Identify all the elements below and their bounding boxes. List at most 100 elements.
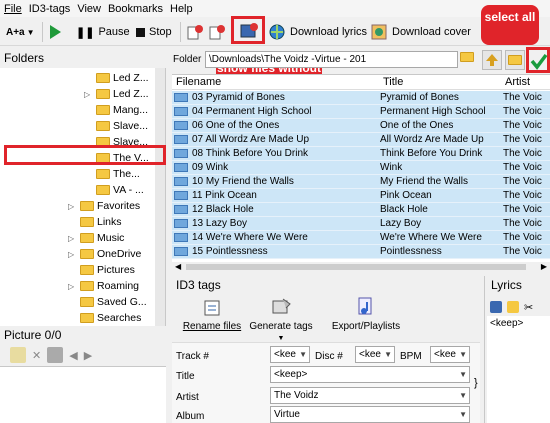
column-title[interactable]: Title bbox=[383, 76, 403, 88]
callout-select-all: select all bbox=[481, 5, 539, 45]
file-list-hscrollbar[interactable]: ◀ ▶ bbox=[172, 262, 550, 272]
generate-tags-button[interactable]: Generate tags ▼ bbox=[248, 296, 314, 342]
folder-tree-item[interactable]: Pictures bbox=[68, 262, 135, 278]
folder-tree-item[interactable]: Saved G... bbox=[68, 294, 147, 310]
pause-button[interactable]: ❚❚ Pause bbox=[76, 23, 130, 41]
chevron-right-icon[interactable]: ▷ bbox=[68, 250, 76, 259]
folder-tree-label: Favorites bbox=[97, 200, 141, 212]
file-row[interactable]: 10 My Friend the Walls My Friend the Wall… bbox=[172, 175, 550, 189]
file-row[interactable]: 14 We're Where We Were We're Where We Wer… bbox=[172, 231, 550, 245]
menu-view[interactable]: View bbox=[77, 3, 101, 15]
folder-tree-item[interactable]: Searches bbox=[68, 310, 141, 326]
track-field[interactable]: <kee ▼ bbox=[270, 346, 310, 363]
scroll-thumb[interactable] bbox=[186, 264, 526, 270]
bpm-field[interactable]: <kee ▼ bbox=[430, 346, 470, 363]
folder-tree-item[interactable]: ▷ Music bbox=[68, 230, 124, 246]
chevron-right-icon[interactable]: ▷ bbox=[84, 90, 92, 99]
scroll-right-icon[interactable]: ▶ bbox=[541, 262, 547, 271]
folder-tree-label: The... bbox=[113, 168, 140, 180]
download-lyrics-button[interactable]: Download lyrics bbox=[268, 23, 367, 41]
tree-scrollbar[interactable] bbox=[155, 68, 165, 326]
title-field[interactable]: <keep> ▼ bbox=[270, 366, 470, 383]
picture-title: Picture 0/0 bbox=[4, 328, 62, 342]
file-cell-file: 12 Black Hole bbox=[192, 204, 254, 215]
lyrics-box[interactable]: <keep> bbox=[487, 316, 550, 423]
folder-tree-label: Music bbox=[97, 232, 125, 244]
file-row[interactable]: 09 Wink Wink The Voic bbox=[172, 161, 550, 175]
filter-no-tags-button[interactable] bbox=[186, 23, 204, 41]
album-field[interactable]: Virtue ▼ bbox=[270, 406, 470, 423]
file-row[interactable]: 03 Pyramid of Bones Pyramid of Bones The V… bbox=[172, 91, 550, 105]
export-playlists-label: Export/Playlists bbox=[331, 321, 401, 332]
stop-button[interactable]: Stop bbox=[136, 23, 172, 41]
folder-tree-item[interactable]: The... bbox=[84, 166, 140, 182]
column-filename[interactable]: Filename bbox=[176, 76, 221, 88]
select-all-button[interactable] bbox=[526, 47, 550, 73]
file-row[interactable]: 12 Black Hole Black Hole The Voic bbox=[172, 203, 550, 217]
download-lyrics-label: Download lyrics bbox=[290, 26, 368, 38]
file-row[interactable]: 08 Think Before You Drink Think Before Yo… bbox=[172, 147, 550, 161]
folder-icon bbox=[96, 169, 110, 179]
column-artist[interactable]: Artist bbox=[505, 76, 530, 88]
filter-no-lyrics-button[interactable] bbox=[208, 23, 226, 41]
folder-icon bbox=[80, 297, 94, 307]
file-row[interactable]: 13 Lazy Boy Lazy Boy The Voic bbox=[172, 217, 550, 231]
stop-icon bbox=[136, 27, 145, 37]
folder-browse-icon[interactable] bbox=[460, 52, 474, 64]
scroll-left-icon[interactable]: ◀ bbox=[175, 262, 181, 271]
menu-bookmarks[interactable]: Bookmarks bbox=[108, 3, 163, 15]
file-row[interactable]: 04 Permanent High School Permanent High S… bbox=[172, 105, 550, 119]
toolbar: A+a ▼ ❚❚ Pause Stop Download lyrics Down… bbox=[0, 16, 550, 46]
folder-tree-item[interactable]: Links bbox=[68, 214, 122, 230]
menu-file[interactable]: File bbox=[4, 3, 22, 15]
save-picture-icon[interactable] bbox=[47, 347, 64, 363]
encoding-button[interactable]: A+a ▼ bbox=[6, 23, 35, 41]
encoding-label: A+a bbox=[6, 26, 25, 38]
open-folder-button[interactable] bbox=[505, 50, 525, 70]
file-cell-title: Lazy Boy bbox=[380, 218, 422, 229]
open-icon[interactable] bbox=[507, 301, 519, 313]
folder-tree-item[interactable]: ▷ Roaming bbox=[68, 278, 139, 294]
folder-tree-label: Roaming bbox=[97, 280, 140, 292]
file-row[interactable]: 15 Pointlessness Pointlessness The Voic bbox=[172, 245, 550, 259]
show-files-without-covers-button[interactable] bbox=[231, 16, 265, 44]
folder-tree-item[interactable]: ▷ Favorites bbox=[68, 198, 140, 214]
bpm-label: BPM bbox=[400, 351, 422, 362]
folder-up-button[interactable] bbox=[482, 50, 502, 70]
folder-tree-item[interactable]: Led Z... bbox=[84, 70, 149, 86]
next-icon[interactable]: ▶ bbox=[84, 349, 92, 362]
folder-tree-item[interactable]: ▷ OneDrive bbox=[68, 246, 141, 262]
file-cell-file: 07 All Wordz Are Made Up bbox=[192, 134, 310, 145]
delete-icon[interactable]: ✕ bbox=[32, 349, 41, 362]
cut-icon[interactable]: ✂ bbox=[524, 301, 533, 314]
export-playlists-button[interactable]: Export/Playlists bbox=[328, 296, 404, 342]
file-cell-artist: The Voic bbox=[503, 204, 542, 215]
file-row[interactable]: 06 One of the Ones One of the Ones The Voi… bbox=[172, 119, 550, 133]
generate-tags-label-row: Generate tags ▼ bbox=[248, 321, 314, 343]
chevron-right-icon[interactable]: ▷ bbox=[68, 282, 76, 291]
chevron-right-icon[interactable]: ▷ bbox=[68, 234, 76, 243]
rename-files-button[interactable]: Rename files bbox=[182, 296, 242, 342]
file-row[interactable]: 11 Pink Ocean Pink Ocean The Voic bbox=[172, 189, 550, 203]
folder-tree-item[interactable]: VA - ... bbox=[84, 182, 144, 198]
folder-tree-item[interactable]: Mang... bbox=[84, 102, 148, 118]
add-picture-icon[interactable] bbox=[10, 347, 26, 363]
prev-icon[interactable]: ◀ bbox=[69, 349, 77, 362]
folder-up-icon bbox=[486, 54, 498, 66]
stop-label: Stop bbox=[149, 26, 172, 38]
file-row[interactable]: 07 All Wordz Are Made Up All Wordz Are Ma… bbox=[172, 133, 550, 147]
chevron-down-icon: ▼ bbox=[277, 335, 285, 342]
chevron-down-icon: ▼ bbox=[459, 350, 467, 359]
chevron-right-icon[interactable]: ▷ bbox=[68, 202, 76, 211]
folder-path-input[interactable]: \Downloads\The Voidz -Virtue - 201 bbox=[205, 51, 458, 68]
download-cover-button[interactable]: Download cover bbox=[370, 23, 471, 41]
disc-field[interactable]: <kee ▼ bbox=[355, 346, 395, 363]
save-icon[interactable] bbox=[490, 301, 502, 313]
file-cell-title: Wink bbox=[380, 162, 403, 173]
folder-tree-item[interactable]: ▷ Led Z... bbox=[84, 86, 149, 102]
menu-help[interactable]: Help bbox=[170, 3, 193, 15]
artist-field[interactable]: The Voidz ▼ bbox=[270, 387, 470, 404]
menu-id3-tags[interactable]: ID3-tags bbox=[29, 3, 71, 15]
play-button[interactable] bbox=[48, 23, 62, 41]
folder-tree-item[interactable]: Slave... bbox=[84, 118, 148, 134]
